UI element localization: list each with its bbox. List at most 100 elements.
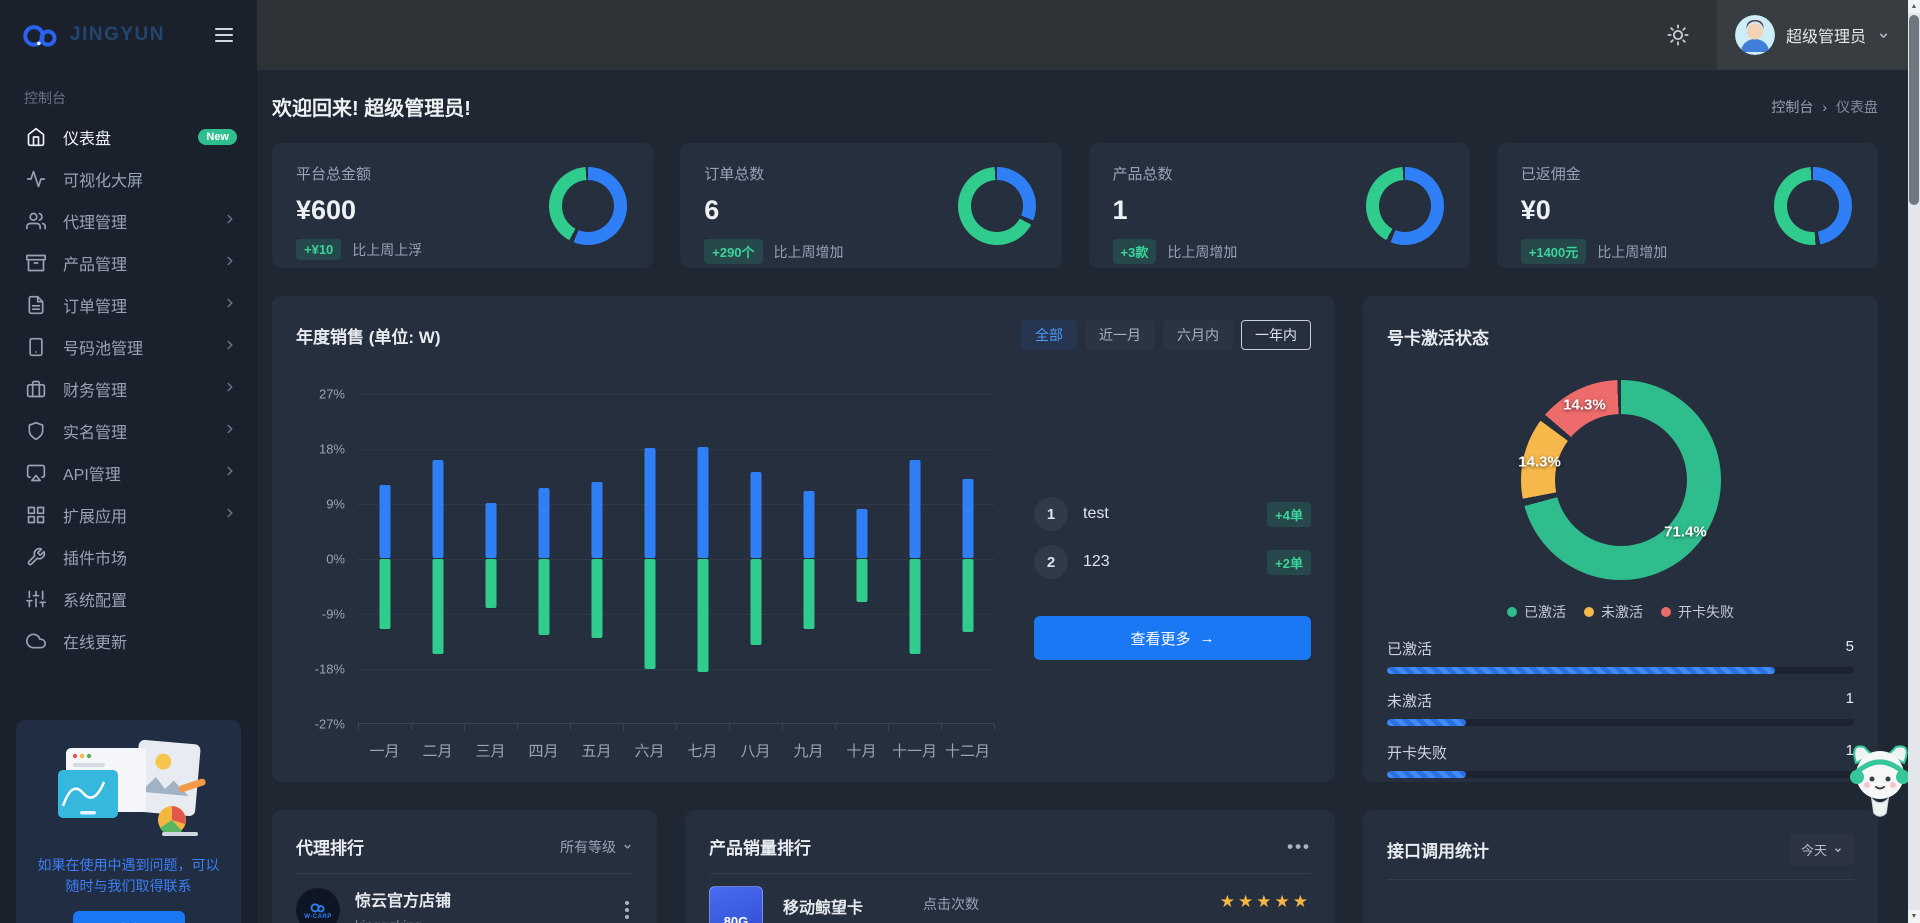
chevron-down-icon xyxy=(1877,29,1890,42)
stat-mini-donut-chart xyxy=(1774,167,1852,245)
chevron-right-icon xyxy=(223,464,237,483)
agent-level-filter[interactable]: 所有等级 xyxy=(560,837,633,857)
legend-item[interactable]: 开卡失败 xyxy=(1661,602,1734,622)
x-axis-label: 十二月 xyxy=(941,740,994,761)
bar-group-一月[interactable] xyxy=(358,394,411,723)
bar-positive xyxy=(379,485,390,558)
bar-group-五月[interactable] xyxy=(570,394,623,723)
sidebar-item-activity[interactable]: 可视化大屏 xyxy=(0,158,257,200)
bar-group-三月[interactable] xyxy=(464,394,517,723)
home-icon xyxy=(26,127,46,147)
stat-card: 已返佣金¥0+1400元比上周增加 xyxy=(1497,143,1878,268)
sidebar-item-sliders[interactable]: 系统配置 xyxy=(0,578,257,620)
live2d-mascot[interactable] xyxy=(1842,733,1918,821)
x-axis-labels: 一月二月三月四月五月六月七月八月九月十月十一月十二月 xyxy=(358,740,994,761)
legend-item[interactable]: 未激活 xyxy=(1584,602,1643,622)
bar-positive xyxy=(591,482,602,558)
scrollbar-thumb[interactable] xyxy=(1909,15,1919,205)
legend-dot-icon xyxy=(1507,607,1517,617)
bar-group-二月[interactable] xyxy=(411,394,464,723)
vertical-scrollbar[interactable]: ▲ ▼ xyxy=(1908,0,1920,923)
grid-icon xyxy=(26,505,46,525)
bar-negative xyxy=(750,559,761,645)
archive-icon xyxy=(26,253,46,273)
sidebar-item-label: 代理管理 xyxy=(63,209,206,233)
sidebar-item-file-text[interactable]: 订单管理 xyxy=(0,284,257,326)
progress-value: 5 xyxy=(1846,638,1854,659)
stat-card: 平台总金额¥600+¥10比上周上浮 xyxy=(272,143,653,268)
sidebar-item-users[interactable]: 代理管理 xyxy=(0,200,257,242)
stat-desc: 比上周增加 xyxy=(1597,242,1667,262)
bar-group-十月[interactable] xyxy=(835,394,888,723)
online-support-button[interactable]: 在线客服 xyxy=(73,911,185,923)
chevron-right-icon xyxy=(223,296,237,315)
bar-positive xyxy=(909,460,920,558)
scroll-up-icon[interactable]: ▲ xyxy=(1908,0,1920,13)
api-date-filter[interactable]: 今天 xyxy=(1790,834,1854,865)
bar-positive xyxy=(856,509,867,558)
legend-item[interactable]: 已激活 xyxy=(1507,602,1566,622)
rank-number: 1 xyxy=(1034,497,1068,531)
agent-store-account: kingqqking xyxy=(355,917,451,923)
card-activation-status: 号卡激活状态 71.4%14.3%14.3% 已激活未激活开卡失败 已激活5未激… xyxy=(1363,296,1878,782)
ellipsis-menu-icon[interactable]: ••• xyxy=(1287,842,1311,852)
menu-toggle-icon[interactable] xyxy=(211,24,237,46)
bar-positive xyxy=(803,491,814,558)
sidebar-item-cloud[interactable]: 在线更新 xyxy=(0,620,257,662)
bar-group-十一月[interactable] xyxy=(888,394,941,723)
legend-dot-icon xyxy=(1661,607,1671,617)
progress-track xyxy=(1387,667,1854,674)
bar-group-八月[interactable] xyxy=(729,394,782,723)
sidebar-section-label: 控制台 xyxy=(0,70,257,116)
chevron-right-icon xyxy=(223,380,237,399)
bar-group-四月[interactable] xyxy=(517,394,570,723)
sidebar-item-label: 系统配置 xyxy=(63,587,237,611)
card-agent-ranking: 代理排行 所有等级 W-CARP 惊云官方店铺 kingqqking xyxy=(272,810,657,923)
x-axis-label: 一月 xyxy=(358,740,411,761)
sidebar-item-home[interactable]: 仪表盘New xyxy=(0,116,257,158)
rank-list-item[interactable]: 2123+2单 xyxy=(1034,542,1311,582)
x-axis-label: 六月 xyxy=(623,740,676,761)
bar-group-六月[interactable] xyxy=(623,394,676,723)
airplay-icon xyxy=(26,463,46,483)
bar-group-七月[interactable] xyxy=(676,394,729,723)
progress-row: 未激活1 xyxy=(1387,690,1854,726)
view-more-button[interactable]: 查看更多 → xyxy=(1034,616,1311,660)
tab-近一月[interactable]: 近一月 xyxy=(1085,320,1155,350)
sidebar-item-shield[interactable]: 实名管理 xyxy=(0,410,257,452)
sidebar-item-label: 扩展应用 xyxy=(63,503,206,527)
rank-list-item[interactable]: 1test+4单 xyxy=(1034,494,1311,534)
x-axis-label: 二月 xyxy=(411,740,464,761)
kebab-menu-icon[interactable] xyxy=(621,897,633,923)
bar-positive xyxy=(432,460,443,558)
user-menu[interactable]: 超级管理员 xyxy=(1717,0,1920,70)
tab-六月内[interactable]: 六月内 xyxy=(1163,320,1233,350)
activation-donut-chart: 71.4%14.3%14.3% xyxy=(1521,380,1721,580)
bar-negative xyxy=(962,559,973,632)
shield-icon xyxy=(26,421,46,441)
sidebar-item-smartphone[interactable]: 号码池管理 xyxy=(0,326,257,368)
sidebar-item-grid[interactable]: 扩展应用 xyxy=(0,494,257,536)
agent-store-logo: W-CARP xyxy=(296,888,340,923)
sidebar-item-briefcase[interactable]: 财务管理 xyxy=(0,368,257,410)
sidebar-item-tool[interactable]: 插件市场 xyxy=(0,536,257,578)
sidebar-item-label: 实名管理 xyxy=(63,419,206,443)
tab-一年内[interactable]: 一年内 xyxy=(1241,320,1311,350)
bar-group-十二月[interactable] xyxy=(941,394,994,723)
smartphone-icon xyxy=(26,337,46,357)
bar-positive xyxy=(962,479,973,558)
sidebar-item-archive[interactable]: 产品管理 xyxy=(0,242,257,284)
stat-delta-badge: +290个 xyxy=(704,239,762,264)
user-name: 超级管理员 xyxy=(1786,23,1866,47)
progress-fill xyxy=(1387,667,1775,674)
legend-label: 开卡失败 xyxy=(1678,602,1734,622)
theme-toggle-icon[interactable] xyxy=(1667,24,1689,46)
sidebar-item-airplay[interactable]: API管理 xyxy=(0,452,257,494)
product-list-item[interactable]: 80G 移动鲸望卡 点击次数 240K ★★★★★ 1234单 xyxy=(709,886,1311,923)
star-icon: ★ xyxy=(1238,892,1256,911)
tab-全部[interactable]: 全部 xyxy=(1021,320,1077,350)
agent-list-item[interactable]: W-CARP 惊云官方店铺 kingqqking xyxy=(296,887,633,923)
bar-group-九月[interactable] xyxy=(782,394,835,723)
breadcrumb-item[interactable]: 控制台 xyxy=(1771,97,1813,117)
scroll-down-icon[interactable]: ▼ xyxy=(1908,910,1920,923)
